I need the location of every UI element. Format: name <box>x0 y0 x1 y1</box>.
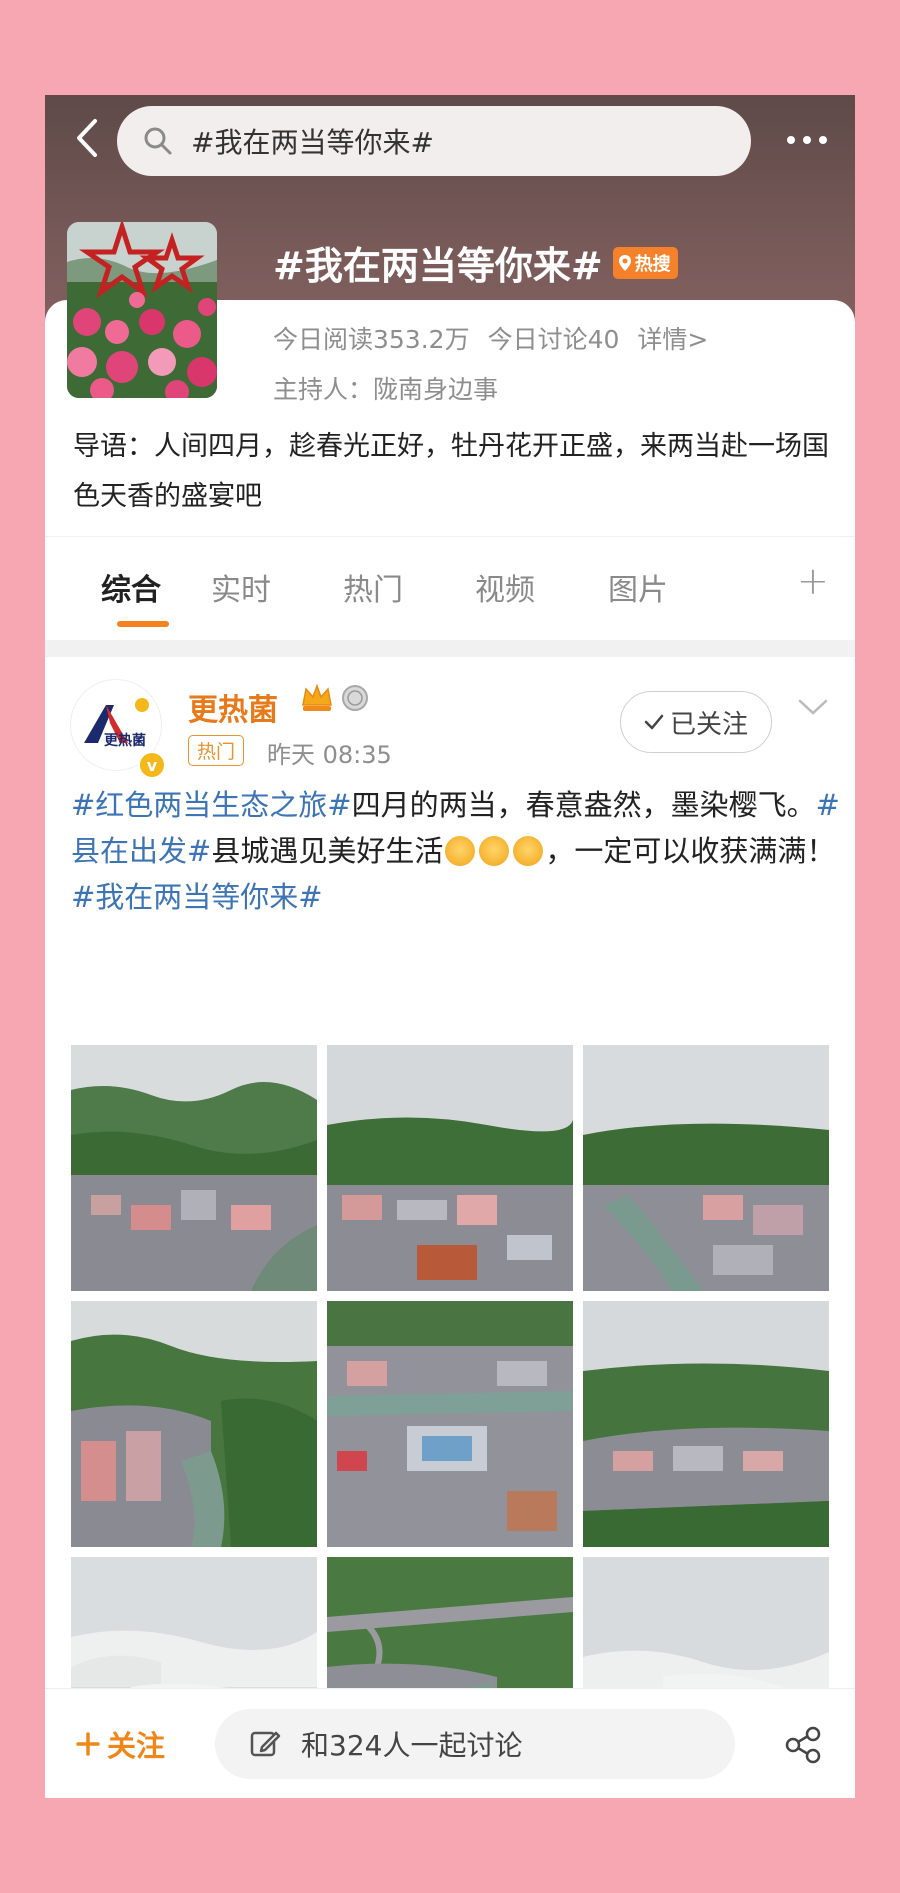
post-photo[interactable] <box>71 1045 317 1291</box>
more-options-button[interactable] <box>775 117 839 163</box>
tab-hot[interactable]: 热门 <box>343 565 403 609</box>
active-tab-indicator <box>117 621 169 627</box>
post-photo[interactable] <box>583 1045 829 1291</box>
post-time: 昨天 08:35 <box>267 741 392 769</box>
brand-logo-icon: 更热菌 <box>84 698 149 748</box>
photo-grid <box>71 1045 829 1798</box>
hot-search-badge: 热搜 <box>612 246 678 279</box>
medal-icon <box>342 685 368 711</box>
emoji-icon <box>445 836 476 866</box>
emoji-icon <box>513 836 544 866</box>
app-frame: #我在两当等你来# #我在两当等你来# 热搜 今日阅读353.2万 今日讨论40… <box>45 95 855 1798</box>
bottom-action-bar: 关注 和324人一起讨论 <box>45 1688 855 1798</box>
peony-flowers-photo <box>67 222 217 398</box>
post-photo[interactable] <box>327 1301 573 1547</box>
check-icon <box>644 714 664 730</box>
feed-tabs: 综合 实时 热门 视频 图片 + <box>45 536 855 636</box>
topic-cover-image <box>67 222 217 398</box>
plus-icon <box>76 1732 100 1756</box>
back-arrow-icon <box>77 119 97 157</box>
discussion-count: 今日讨论40 <box>487 325 620 354</box>
more-dot-icon <box>803 136 811 144</box>
hot-tag: 热门 <box>188 735 245 766</box>
follow-topic-button[interactable]: 关注 <box>75 1723 165 1765</box>
post-text-segment: 四月的两当，春意盎然，墨染樱飞。 <box>351 788 816 822</box>
author-name[interactable]: 更热菌 <box>188 685 278 729</box>
details-link[interactable]: 详情> <box>637 320 708 356</box>
search-icon <box>144 127 172 155</box>
topic-intro: 导语：人间四月，趁春光正好，牡丹花开正盛，来两当赴一场国色天香的盛宴吧 <box>73 431 829 512</box>
avatar-logo-text: 更热菌 <box>104 732 146 748</box>
tab-pictures[interactable]: 图片 <box>608 565 668 609</box>
search-text: #我在两当等你来# <box>191 126 434 159</box>
edit-icon <box>250 1731 281 1757</box>
share-icon[interactable] <box>783 1725 823 1765</box>
tab-video[interactable]: 视频 <box>475 565 535 609</box>
more-dot-icon <box>819 136 827 144</box>
topic-stats: 今日阅读353.2万 今日讨论40 详情> <box>273 320 708 356</box>
search-bar[interactable]: #我在两当等你来# <box>117 106 751 176</box>
read-count: 今日阅读353.2万 <box>273 325 470 354</box>
more-dot-icon <box>787 136 795 144</box>
location-pin-icon <box>618 254 631 271</box>
post-photo[interactable] <box>327 1045 573 1291</box>
post-photo[interactable] <box>71 1301 317 1547</box>
tab-comprehensive[interactable]: 综合 <box>101 565 161 609</box>
verified-badge-icon: v <box>138 751 166 779</box>
topic-title-text: #我在两当等你来# <box>273 244 603 288</box>
hashtag-link[interactable]: #我在两当等你来# <box>71 880 323 914</box>
discuss-input[interactable]: 和324人一起讨论 <box>215 1709 735 1779</box>
post-photo[interactable] <box>583 1301 829 1547</box>
back-button[interactable] <box>67 115 107 161</box>
topic-host: 主持人：陇南身边事 <box>273 375 499 404</box>
chevron-down-icon[interactable] <box>797 697 829 717</box>
post-text-segment: 县城遇见美好生活 <box>211 834 444 868</box>
post-text-segment: ，一定可以收获满满！ <box>545 834 836 868</box>
hashtag-link[interactable]: #红色两当生态之旅# <box>71 788 352 822</box>
post-body: #红色两当生态之旅#四月的两当，春意盎然，墨染樱飞。#县在出发#县城遇见美好生活… <box>71 782 841 920</box>
emoji-icon <box>479 836 510 866</box>
weibo-post: 更热菌 v 更热菌 热门 昨天 08:35 已关注 #红色两当生态之旅#四月的两… <box>45 657 855 1798</box>
followed-button[interactable]: 已关注 <box>620 691 772 753</box>
tab-realtime[interactable]: 实时 <box>211 565 271 609</box>
topic-title: #我在两当等你来# 热搜 <box>273 235 678 290</box>
add-tab-button[interactable]: + <box>797 559 829 603</box>
crown-icon <box>302 683 332 711</box>
